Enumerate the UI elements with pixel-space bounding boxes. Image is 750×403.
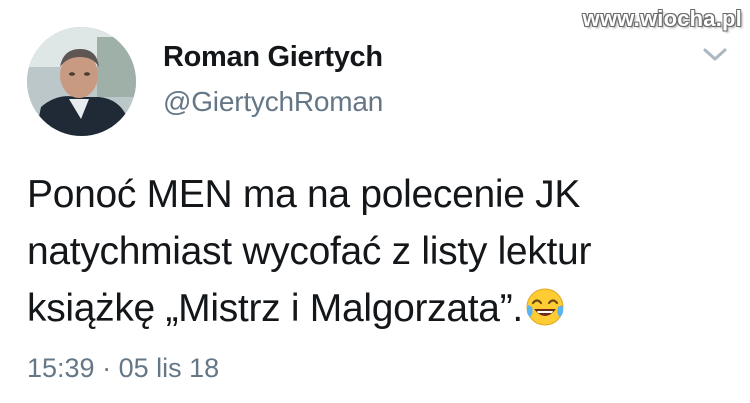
watermark: www.wiocha.pl [582,6,742,31]
tweet-text-line: Ponoć MEN ma na polecenie JK [27,173,581,216]
tweet-time: 15:39 [27,353,95,383]
tweet-text-line: natychmiast wycofać z listy lektur [27,230,592,273]
tweet-date: 05 lis 18 [118,353,220,383]
tweet-text-line-content: książkę „Mistrz i Malgorzata”. [27,287,523,330]
tweet-card: www.wiocha.pl Roman Giertych @GiertychRo… [0,0,750,403]
tweet-text: Ponoć MEN ma na polecenie JK natychmiast… [27,166,727,343]
display-name[interactable]: Roman Giertych [163,41,383,74]
timestamp-separator: · [102,353,112,383]
laughing-tears-emoji-icon [525,286,565,343]
user-handle[interactable]: @GiertychRoman [163,86,383,118]
tweet-text-line: książkę „Mistrz i Malgorzata”. [27,280,727,343]
tweet-timestamp[interactable]: 15:39 · 05 lis 18 [27,353,219,384]
chevron-down-icon[interactable] [702,47,728,63]
avatar-photo [27,27,136,136]
avatar[interactable] [27,27,136,136]
